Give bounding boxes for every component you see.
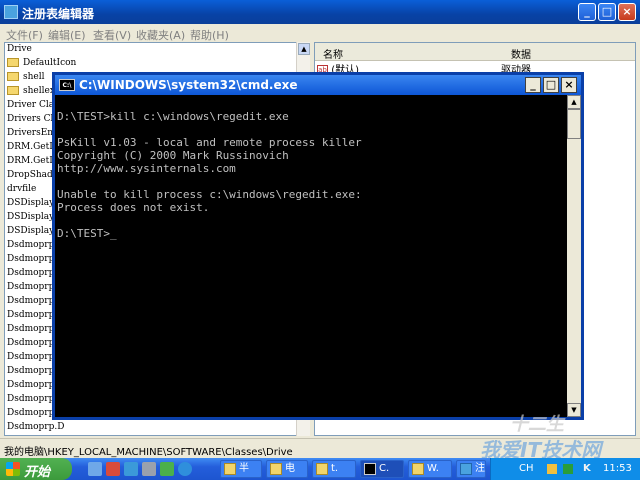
menu-help[interactable]: 帮助(H) [190, 27, 229, 43]
minimize-button[interactable]: _ [578, 3, 596, 21]
tree-item[interactable]: Driver Cla [7, 100, 54, 114]
taskbar: 开始 半 电 t. C. W. 注 CH K 11:53 [0, 458, 640, 480]
column-data[interactable]: 数据 [511, 46, 531, 61]
show-desktop-icon[interactable] [88, 462, 102, 476]
tree-item[interactable]: shell [7, 72, 45, 86]
folder-icon [316, 463, 328, 475]
maximize-button[interactable]: □ [598, 3, 616, 21]
watermark: 十二生 我爱IT技术网 [430, 410, 640, 462]
quicklaunch-msn-icon[interactable] [160, 462, 174, 476]
tree-item[interactable]: Drive [7, 44, 32, 58]
cmd-icon: C:\ [59, 79, 75, 91]
tree-item-label: Dsdmoprp.D [7, 422, 65, 432]
tree-item[interactable]: drvfile [7, 184, 36, 198]
scroll-up-icon[interactable]: ▲ [298, 43, 310, 55]
system-tray: CH K 11:53 [490, 458, 640, 480]
quicklaunch-browser-icon[interactable] [178, 462, 192, 476]
document-icon [224, 463, 236, 475]
cmd-window: C:\ C:\WINDOWS\system32\cmd.exe _ □ × D:… [52, 72, 584, 420]
tray-network-icon[interactable] [563, 464, 573, 474]
regedit-title: 注册表编辑器 [22, 7, 95, 21]
tree-item[interactable]: DriversEnv [7, 128, 58, 142]
regedit-titlebar[interactable]: 注册表编辑器 _ □ × [0, 0, 640, 24]
cmd-close-button[interactable]: × [561, 77, 577, 93]
tray-k-icon[interactable]: K [583, 463, 591, 474]
ime-indicator[interactable]: CH [519, 463, 534, 474]
tree-item[interactable]: Drivers Cl [7, 114, 53, 128]
list-header: 名称 数据 [315, 43, 635, 61]
console-line: Unable to kill process c:\windows\regedi… [57, 188, 362, 201]
console-line: Process does not exist. [57, 201, 210, 214]
menu-favorites[interactable]: 收藏夹(A) [136, 27, 185, 43]
clock[interactable]: 11:53 [603, 463, 632, 474]
cmd-scrollbar[interactable]: ▲ ▼ [567, 95, 581, 417]
tree-item-label: drvfile [7, 184, 37, 194]
console-line: http://www.sysinternals.com [57, 162, 236, 175]
cmd-maximize-button[interactable]: □ [543, 77, 559, 93]
watermark-sub: 十二生 [510, 414, 564, 435]
console-line: Copyright (C) 2000 Mark Russinovich [57, 149, 289, 162]
tree-item[interactable]: DefaultIcon [7, 58, 76, 72]
console-line: D:\TEST>kill c:\windows\regedit.exe [57, 110, 289, 123]
tree-item[interactable]: Dsdmoprp.D [7, 422, 65, 435]
folder-icon [7, 58, 19, 67]
tree-item-label: Drivers Cl [7, 114, 54, 124]
folder-icon [412, 463, 424, 475]
console-line: D:\TEST>_ [57, 227, 117, 240]
menu-edit[interactable]: 编辑(E) [48, 27, 86, 43]
cmd-task-icon [364, 463, 376, 475]
tree-item-label: shellex [23, 86, 55, 96]
tree-item-label: Driver Cla [7, 100, 55, 110]
column-name[interactable]: 名称 [323, 46, 343, 61]
taskbar-button-regedit[interactable]: 注 [456, 460, 486, 478]
regedit-task-icon [460, 463, 472, 475]
close-button[interactable]: × [618, 3, 636, 21]
console-output[interactable]: D:\TEST>kill c:\windows\regedit.exe PsKi… [55, 95, 567, 417]
menubar: 文件(F) 编辑(E) 查看(V) 收藏夹(A) 帮助(H) [0, 24, 640, 42]
start-label: 开始 [24, 465, 51, 480]
cmd-scroll-up-icon[interactable]: ▲ [567, 95, 581, 109]
taskbar-button-2[interactable]: 电 [266, 460, 308, 478]
regedit-app-icon [4, 5, 18, 19]
folder-icon [7, 86, 19, 95]
tray-app-icon[interactable] [547, 464, 557, 474]
menu-file[interactable]: 文件(F) [6, 27, 43, 43]
cmd-titlebar[interactable]: C:\ C:\WINDOWS\system32\cmd.exe _ □ × [55, 75, 581, 95]
status-path: 我的电脑\HKEY_LOCAL_MACHINE\SOFTWARE\Classes… [4, 447, 293, 458]
quicklaunch-app-icon[interactable] [106, 462, 120, 476]
cmd-minimize-button[interactable]: _ [525, 77, 541, 93]
quicklaunch-tool-icon[interactable] [142, 462, 156, 476]
taskbar-button-1[interactable]: 半 [220, 460, 262, 478]
folder-icon [7, 72, 19, 81]
taskbar-button-cmd[interactable]: C. [360, 460, 404, 478]
taskbar-button-3[interactable]: t. [312, 460, 356, 478]
tree-item-label: DriversEnv [7, 128, 59, 138]
tree-item-label: Drive [7, 44, 32, 54]
tree-item-label: shell [23, 72, 45, 82]
menu-view[interactable]: 查看(V) [93, 27, 131, 43]
quicklaunch-ie-icon[interactable] [124, 462, 138, 476]
console-line: PsKill v1.03 - local and remote process … [57, 136, 362, 149]
start-button[interactable]: 开始 [0, 458, 72, 480]
windows-logo-icon [6, 462, 20, 476]
tree-item[interactable]: shellex [7, 86, 55, 100]
cmd-scroll-thumb[interactable] [567, 109, 581, 139]
document-icon [270, 463, 282, 475]
tree-item-label: DefaultIcon [23, 58, 77, 68]
taskbar-button-5[interactable]: W. [408, 460, 452, 478]
cmd-title: C:\WINDOWS\system32\cmd.exe [79, 78, 298, 92]
